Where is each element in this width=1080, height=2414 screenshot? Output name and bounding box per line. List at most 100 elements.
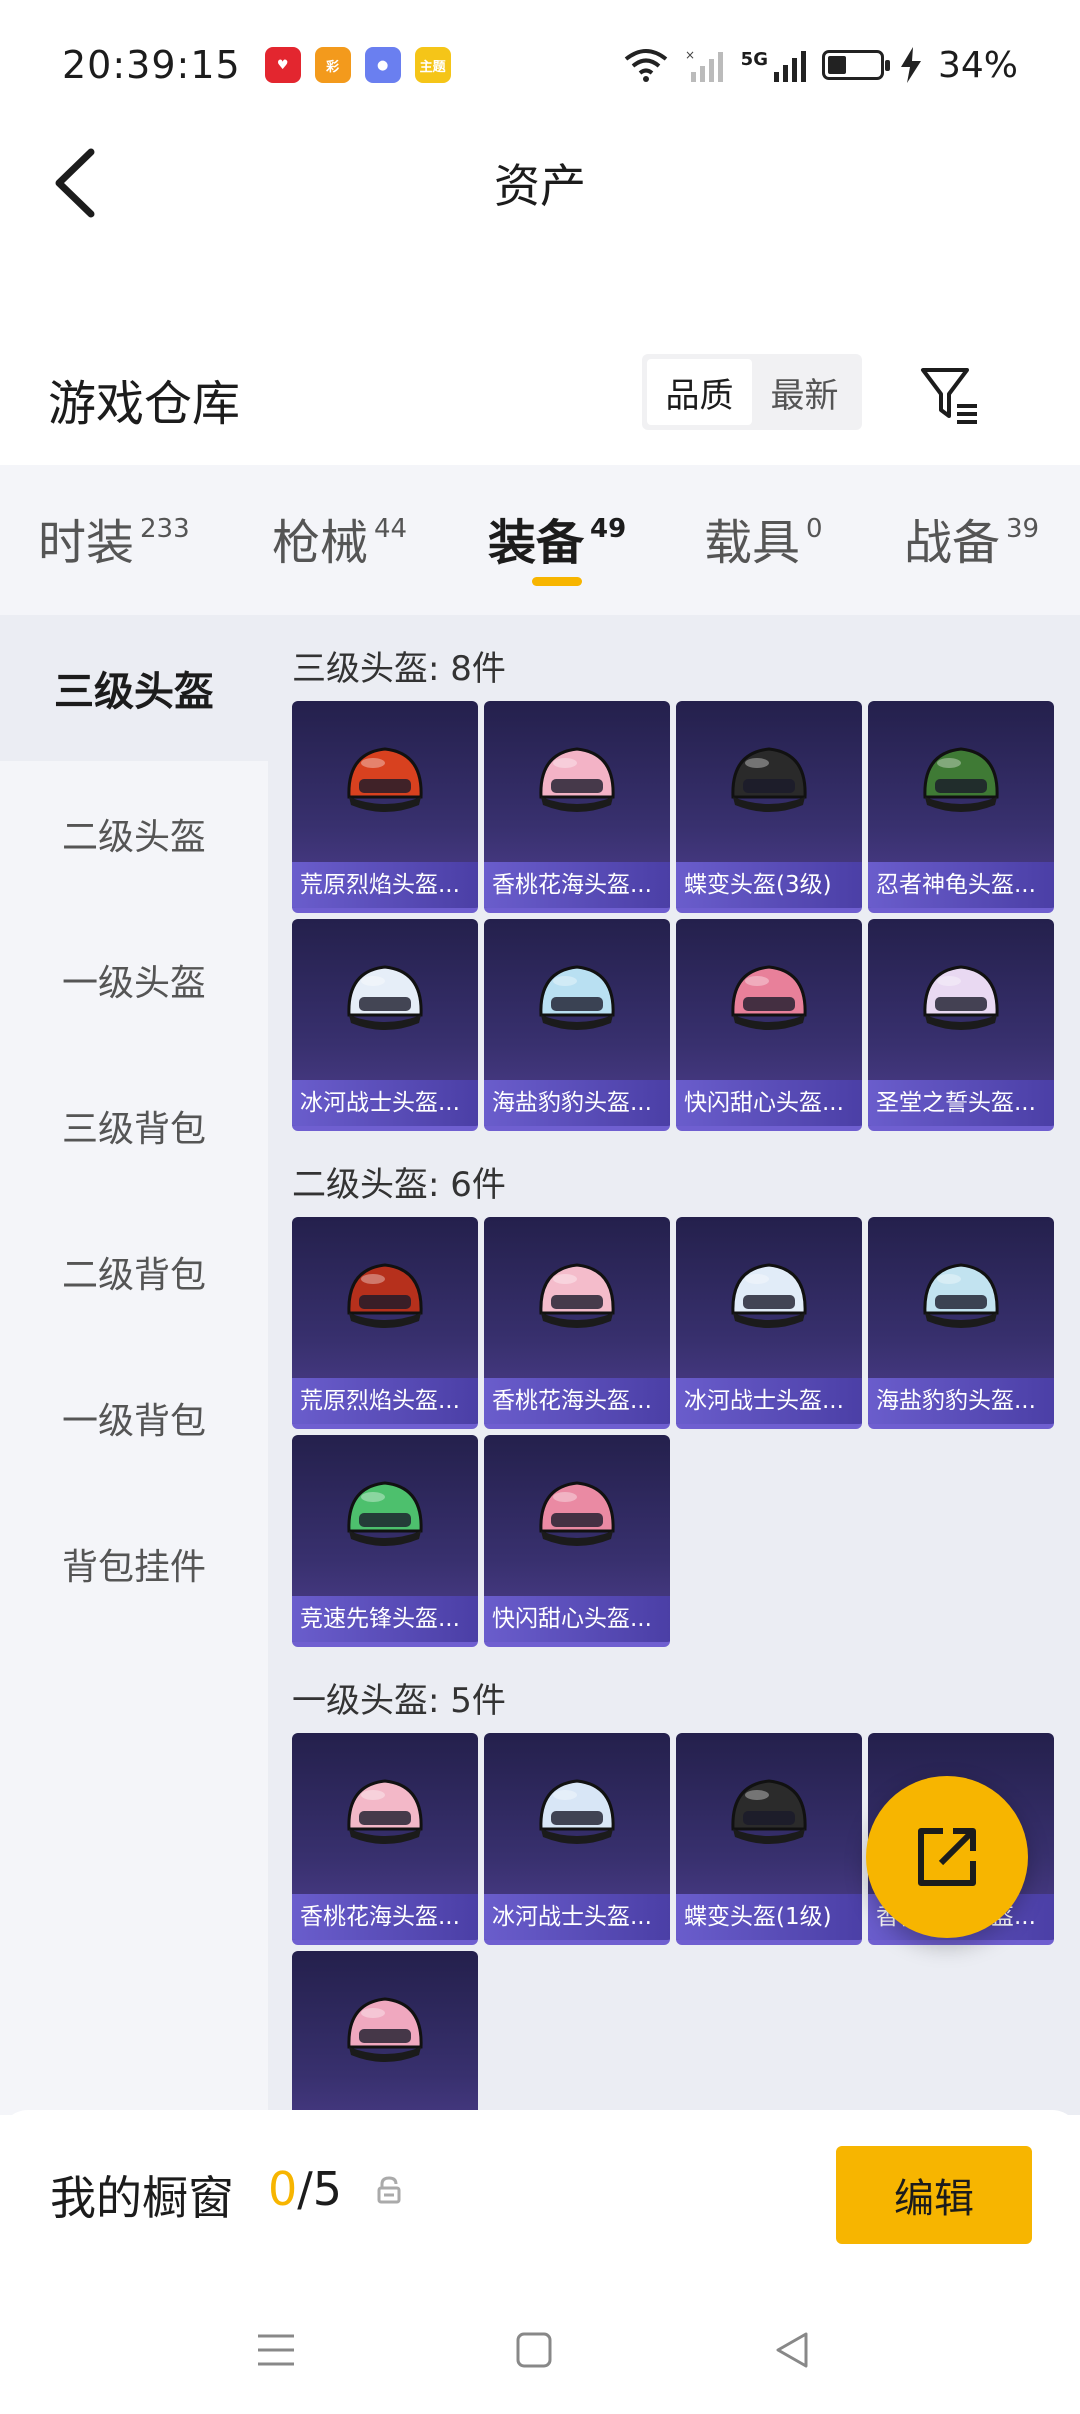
item-name: 冰河战士头盔... (676, 1378, 862, 1424)
item-card[interactable]: 蝶变头盔(3级) (676, 701, 862, 913)
item-name: 香桃花海头盔... (484, 862, 670, 908)
section-title: 三级头盔: 8件 (292, 649, 506, 689)
filter-icon (921, 368, 977, 424)
heart-app-icon: ♥ (264, 47, 301, 83)
battery-level (827, 56, 846, 74)
showcase-bar: 我的橱窗 0/5 编辑 (0, 2110, 1080, 2280)
sidebar-item[interactable]: 一级头盔 (0, 907, 268, 1053)
app-header: 资产 (0, 130, 1080, 240)
tab-label: 时装 (38, 515, 135, 571)
helmet-icon (731, 965, 807, 1030)
item-name: 香桃花海头盔... (484, 1378, 670, 1424)
item-card[interactable]: 香桃花海头盔... (484, 1217, 670, 1429)
item-card[interactable]: 快闪甜心头盔... (484, 1435, 670, 1647)
helmet-icon (347, 1997, 423, 2062)
item-name: 快闪甜心头盔... (676, 1080, 862, 1126)
svg-text:×: × (685, 48, 695, 62)
category-tabs: 时装 233 枪械 44 装备 49 载具 0 战备 39 (0, 465, 1080, 615)
page-title: 资产 (494, 159, 586, 213)
showcase-current: 0 (268, 2162, 298, 2216)
sidebar-item[interactable]: 二级背包 (0, 1199, 268, 1345)
menu-nav-button[interactable] (246, 2320, 306, 2380)
tab-count: 233 (140, 514, 190, 544)
item-name: 忍者神龟头盔... (868, 862, 1054, 908)
showcase-label: 我的橱窗 (50, 2171, 234, 2225)
item-card[interactable]: 竞速先锋头盔... (292, 1435, 478, 1647)
item-name: 荒原烈焰头盔... (292, 862, 478, 908)
item-card[interactable]: 荒原烈焰头盔... (292, 1217, 478, 1429)
item-grid: 荒原烈焰头盔... 香桃花海头盔... 冰河战士头盔... 海盐豹豹头盔... 竞速先锋… (292, 1217, 1062, 1647)
item-name: 竞速先锋头盔... (292, 1596, 478, 1642)
edit-button[interactable]: 编辑 (836, 2146, 1032, 2244)
item-card[interactable]: 海盐豹豹头盔... (868, 1217, 1054, 1429)
item-card[interactable]: 香桃花海头盔... (484, 701, 670, 913)
sidebar-item[interactable]: 三级背包 (0, 1053, 268, 1199)
tab-supplies[interactable]: 战备 39 (904, 503, 1039, 573)
tab-weapons[interactable]: 枪械 44 (272, 503, 407, 573)
tab-fashion[interactable]: 时装 233 (38, 503, 190, 573)
subcategory-sidebar: 三级头盔 二级头盔 一级头盔 三级背包 二级背包 一级背包 背包挂件 (0, 615, 268, 2115)
item-card[interactable]: 圣堂之誓头盔... (868, 919, 1054, 1131)
menu-icon (258, 2334, 294, 2366)
home-nav-button[interactable] (504, 2320, 564, 2380)
helmet-icon (923, 965, 999, 1030)
item-name: 圣堂之誓头盔... (868, 1080, 1054, 1126)
sort-option-newest[interactable]: 最新 (752, 359, 857, 425)
sort-toggle: 品质 最新 (642, 354, 862, 430)
back-triangle-icon (776, 2332, 808, 2368)
item-card[interactable]: 荒原烈焰头盔... (292, 701, 478, 913)
item-name: 海盐豹豹头盔... (868, 1378, 1054, 1424)
sidebar-item[interactable]: 三级头盔 (0, 615, 268, 761)
item-name: 蝶变头盔(1级) (676, 1894, 862, 1940)
share-icon (918, 1828, 976, 1886)
helmet-icon (347, 965, 423, 1030)
signal-icon (773, 51, 806, 82)
item-card[interactable] (292, 1951, 478, 2115)
wifi-icon (624, 49, 667, 82)
sidebar-item[interactable]: 一级背包 (0, 1345, 268, 1491)
item-name: 冰河战士头盔... (292, 1080, 478, 1126)
notification-icons: ♥ 彩 ● 主题 (264, 47, 451, 83)
tab-count: 44 (374, 514, 408, 544)
item-card[interactable]: 海盐豹豹头盔... (484, 919, 670, 1131)
helmet-icon (539, 965, 615, 1030)
item-card[interactable]: 冰河战士头盔... (292, 919, 478, 1131)
showcase-count: 0/5 (268, 2162, 342, 2216)
tab-label: 载具 (704, 515, 801, 571)
item-card[interactable]: 冰河战士头盔... (484, 1733, 670, 1945)
item-grid: 荒原烈焰头盔... 香桃花海头盔... 蝶变头盔(3级) 忍者神龟头盔... 冰河战士头… (292, 701, 1062, 1131)
status-time: 20:39:15 (62, 43, 241, 87)
lottery-app-icon: 彩 (314, 47, 351, 83)
no-signal-icon: × (685, 48, 723, 82)
lock-icon (377, 2176, 401, 2204)
helmet-icon (539, 1481, 615, 1546)
helmet-icon (539, 1263, 615, 1328)
item-name: 香桃花海头盔... (292, 1894, 478, 1940)
tab-count: 39 (1006, 514, 1040, 544)
helmet-icon (731, 1263, 807, 1328)
item-card[interactable]: 忍者神龟头盔... (868, 701, 1054, 913)
tab-vehicles[interactable]: 载具 0 (704, 503, 823, 573)
item-name: 快闪甜心头盔... (484, 1596, 670, 1642)
item-card[interactable]: 香桃花海头盔... (292, 1733, 478, 1945)
helmet-icon (923, 1263, 999, 1328)
battery-percent: 34% (937, 44, 1018, 86)
filter-button[interactable] (915, 360, 985, 430)
item-name: 海盐豹豹头盔... (484, 1080, 670, 1126)
system-nav-bar (0, 2280, 1080, 2414)
tab-equipment[interactable]: 装备 49 (488, 503, 626, 573)
sidebar-item[interactable]: 二级头盔 (0, 761, 268, 907)
helmet-icon (539, 1779, 615, 1844)
charging-icon (900, 47, 921, 83)
item-card[interactable]: 冰河战士头盔... (676, 1217, 862, 1429)
item-name: 冰河战士头盔... (484, 1894, 670, 1940)
item-card[interactable]: 蝶变头盔(1级) (676, 1733, 862, 1945)
sort-option-quality[interactable]: 品质 (647, 359, 752, 425)
status-indicators: × 5G 34% (623, 45, 1018, 86)
item-card[interactable]: 快闪甜心头盔... (676, 919, 862, 1131)
share-button[interactable] (866, 1776, 1028, 1938)
back-nav-button[interactable] (762, 2320, 822, 2380)
sidebar-item[interactable]: 背包挂件 (0, 1491, 268, 1637)
helmet-icon (347, 747, 423, 812)
showcase-max: /5 (297, 2162, 343, 2216)
